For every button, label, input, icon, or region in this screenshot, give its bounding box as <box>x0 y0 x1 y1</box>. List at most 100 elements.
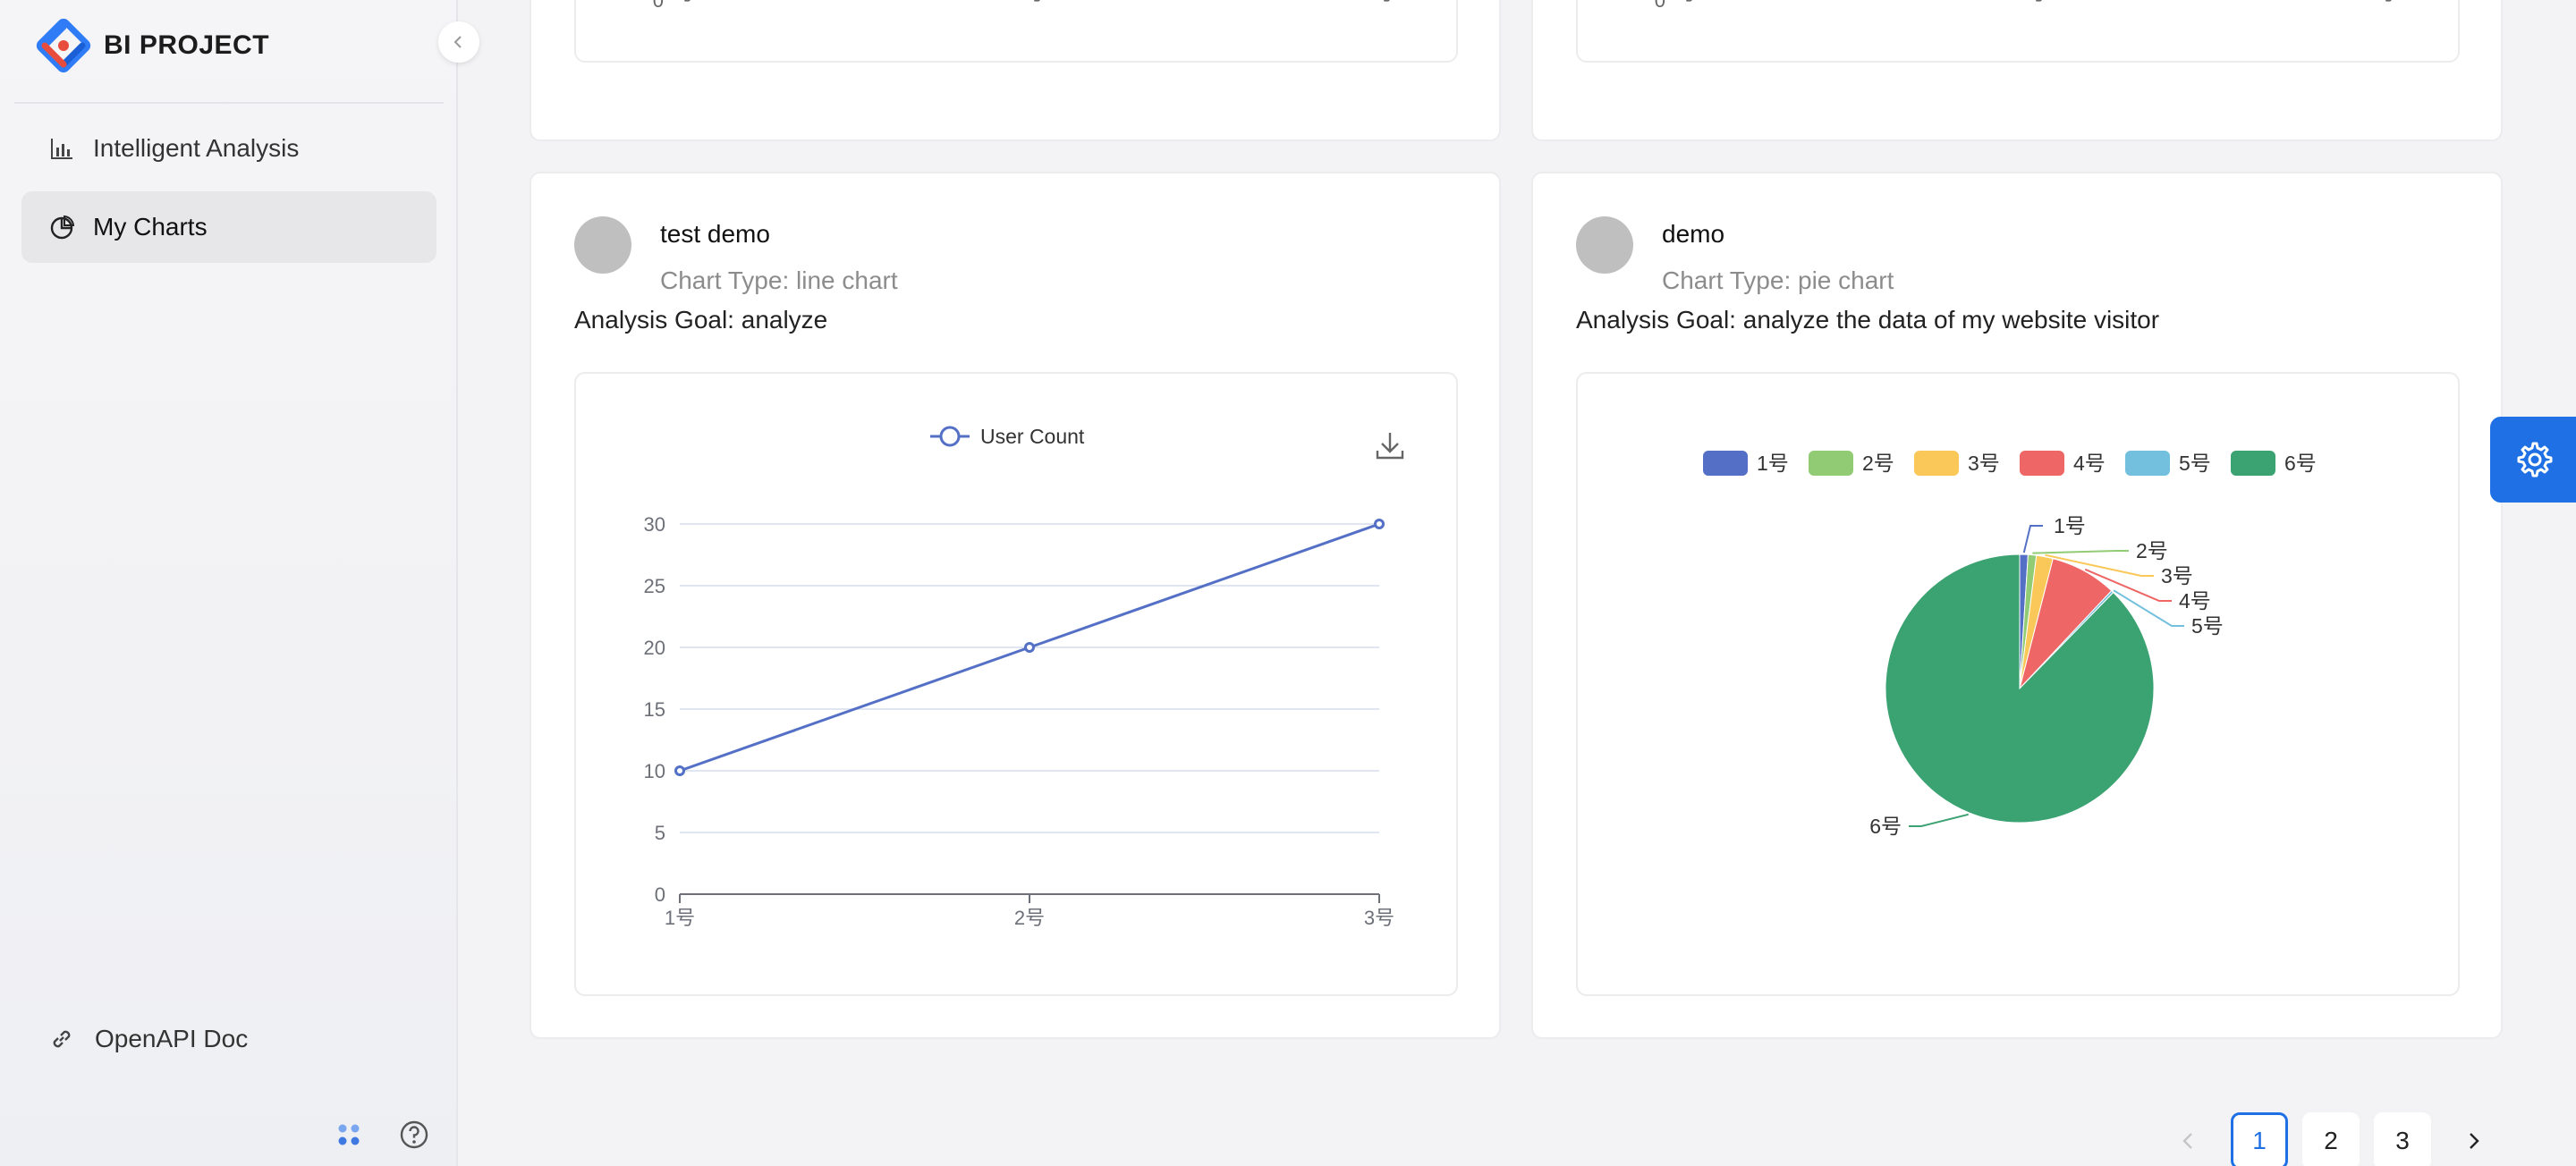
legend-item[interactable]: 2号 <box>1809 451 1894 476</box>
x-tick-label: 1号 <box>665 907 695 929</box>
pie-label: 6号 <box>1869 813 1969 838</box>
slice-label: 1号 <box>2054 514 2086 537</box>
y-tick-label: 10 <box>644 760 665 782</box>
legend-label: 3号 <box>1968 452 2000 475</box>
slice-label: 6号 <box>1869 815 1902 838</box>
y-tick-label: 5 <box>655 822 665 844</box>
partial-line-chart: 0 1号 2号 3号 <box>653 0 1394 12</box>
y-tick-label: 30 <box>644 513 665 536</box>
slice-label: 3号 <box>2161 564 2193 587</box>
chart-card-demo: demo Chart Type: pie chart Analysis Goal… <box>1531 172 2503 1039</box>
slice-label: 4号 <box>2179 589 2211 613</box>
label-leader-line <box>2022 525 2043 553</box>
avatar <box>574 216 631 274</box>
legend-label: 2号 <box>1862 452 1894 475</box>
pie-chart-icon <box>50 215 75 240</box>
pagination-page-1[interactable]: 1 <box>2231 1112 2288 1166</box>
legend-swatch <box>2020 451 2064 476</box>
pagination-page-3[interactable]: 3 <box>2374 1112 2431 1166</box>
data-point[interactable] <box>674 765 685 776</box>
chart-type-text: Chart Type: line chart <box>660 266 898 294</box>
settings-button[interactable] <box>2490 417 2576 503</box>
y-tick-label: 25 <box>644 575 665 597</box>
chart-card-partial-left: 0 1号 2号 3号 <box>530 0 1501 141</box>
label-leader-line <box>2032 550 2129 554</box>
pie-label: 1号 <box>2022 514 2086 553</box>
app-title: BI PROJECT <box>104 30 270 60</box>
x-tick-label: 1号 <box>1666 0 1697 4</box>
link-icon <box>53 1030 71 1048</box>
legend-label: 5号 <box>2179 452 2211 475</box>
gear-icon <box>2517 442 2553 477</box>
x-tick-label: 3号 <box>1364 0 1394 4</box>
analysis-goal-text: Analysis Goal: analyze the data of my we… <box>1576 306 2160 334</box>
chevron-right-icon <box>2470 1133 2479 1149</box>
brand[interactable]: BI PROJECT <box>34 16 269 75</box>
sidebar-divider <box>14 102 444 104</box>
pagination-next-button[interactable] <box>2445 1112 2503 1166</box>
legend-swatch <box>1703 451 1748 476</box>
avatar <box>1576 216 1633 274</box>
chevron-left-icon <box>453 36 462 48</box>
pagination: 1 2 3 <box>2159 1112 2503 1166</box>
line-chart: User Count 0 5 10 15 20 25 30 1号 2号 3号 <box>644 425 1404 929</box>
pagination-page-2[interactable]: 2 <box>2302 1112 2360 1166</box>
sidebar: BI PROJECT Intelligent Analysis My Chart… <box>0 0 479 1166</box>
x-tick-label: 2号 <box>2016 0 2046 4</box>
legend-swatch <box>1809 451 1853 476</box>
legend-item[interactable]: 4号 <box>2020 451 2106 476</box>
y-tick-label: 0 <box>653 0 664 12</box>
analysis-goal-text: Analysis Goal: analyze <box>574 306 828 334</box>
x-tick-label: 2号 <box>1014 0 1045 4</box>
sidebar-item-intelligent-analysis[interactable]: Intelligent Analysis <box>21 113 436 184</box>
help-icon[interactable] <box>399 1120 429 1150</box>
pagination-prev-button[interactable] <box>2159 1112 2216 1166</box>
legend-swatch <box>2125 451 2170 476</box>
sidebar-item-label: Intelligent Analysis <box>93 134 300 162</box>
slice-label: 2号 <box>2136 539 2168 562</box>
legend-label: User Count <box>980 425 1085 448</box>
y-tick-label: 0 <box>655 883 665 906</box>
slice-label: 5号 <box>2191 614 2224 638</box>
x-tick-label: 2号 <box>1014 907 1045 929</box>
bar-chart-icon <box>51 139 72 159</box>
chart-card-title: test demo <box>660 220 770 248</box>
sidebar-item-my-charts[interactable]: My Charts <box>21 191 436 263</box>
download-icon[interactable] <box>1376 433 1404 460</box>
chart-container: 1号 2号 3号 4号 5号 6号 1号 2号 3号 4号 5号 6号 <box>1576 372 2460 996</box>
chart-type-text: Chart Type: pie chart <box>1662 266 1894 294</box>
chart-card-test-demo: test demo Chart Type: line chart Analysi… <box>530 172 1501 1039</box>
chart-legend: User Count <box>930 425 1085 448</box>
legend-item[interactable]: 5号 <box>2125 451 2211 476</box>
partial-line-chart: 0 1号 2号 3号 <box>1655 0 2396 12</box>
data-point[interactable] <box>1374 519 1385 529</box>
legend-item[interactable]: 1号 <box>1703 451 1789 476</box>
apps-icon[interactable] <box>335 1120 363 1149</box>
legend-swatch <box>1914 451 1959 476</box>
label-leader-line <box>1909 813 1969 827</box>
x-tick-label: 3号 <box>1364 907 1394 929</box>
pie-slice[interactable] <box>1885 553 2155 824</box>
logo-icon <box>36 18 91 73</box>
legend-label: 4号 <box>2073 452 2106 475</box>
openapi-doc-link[interactable]: OpenAPI Doc <box>48 1025 248 1053</box>
legend-label: 6号 <box>2284 452 2317 475</box>
y-tick-label: 0 <box>1655 0 1665 12</box>
x-tick-label: 3号 <box>2366 0 2396 4</box>
legend-item[interactable]: 6号 <box>2231 451 2317 476</box>
y-tick-label: 15 <box>644 698 665 721</box>
sidebar-footer-icons <box>335 1120 429 1150</box>
chart-container: User Count 0 5 10 15 20 25 30 1号 2号 3号 <box>574 372 1458 996</box>
y-tick-label: 20 <box>644 637 665 659</box>
openapi-doc-label: OpenAPI Doc <box>95 1025 249 1052</box>
chart-container: 0 1号 2号 3号 <box>1576 0 2460 63</box>
x-tick-label: 1号 <box>665 0 695 4</box>
data-point[interactable] <box>1024 642 1035 653</box>
legend-swatch <box>2231 451 2275 476</box>
legend-item[interactable]: 3号 <box>1914 451 2000 476</box>
chart-card-partial-right: 0 1号 2号 3号 <box>1531 0 2503 141</box>
main-content: 0 1号 2号 3号 0 1号 <box>458 0 2576 1166</box>
chart-card-title: demo <box>1662 220 1725 248</box>
chevron-left-icon <box>2182 1133 2192 1149</box>
collapse-sidebar-button[interactable] <box>438 21 479 63</box>
